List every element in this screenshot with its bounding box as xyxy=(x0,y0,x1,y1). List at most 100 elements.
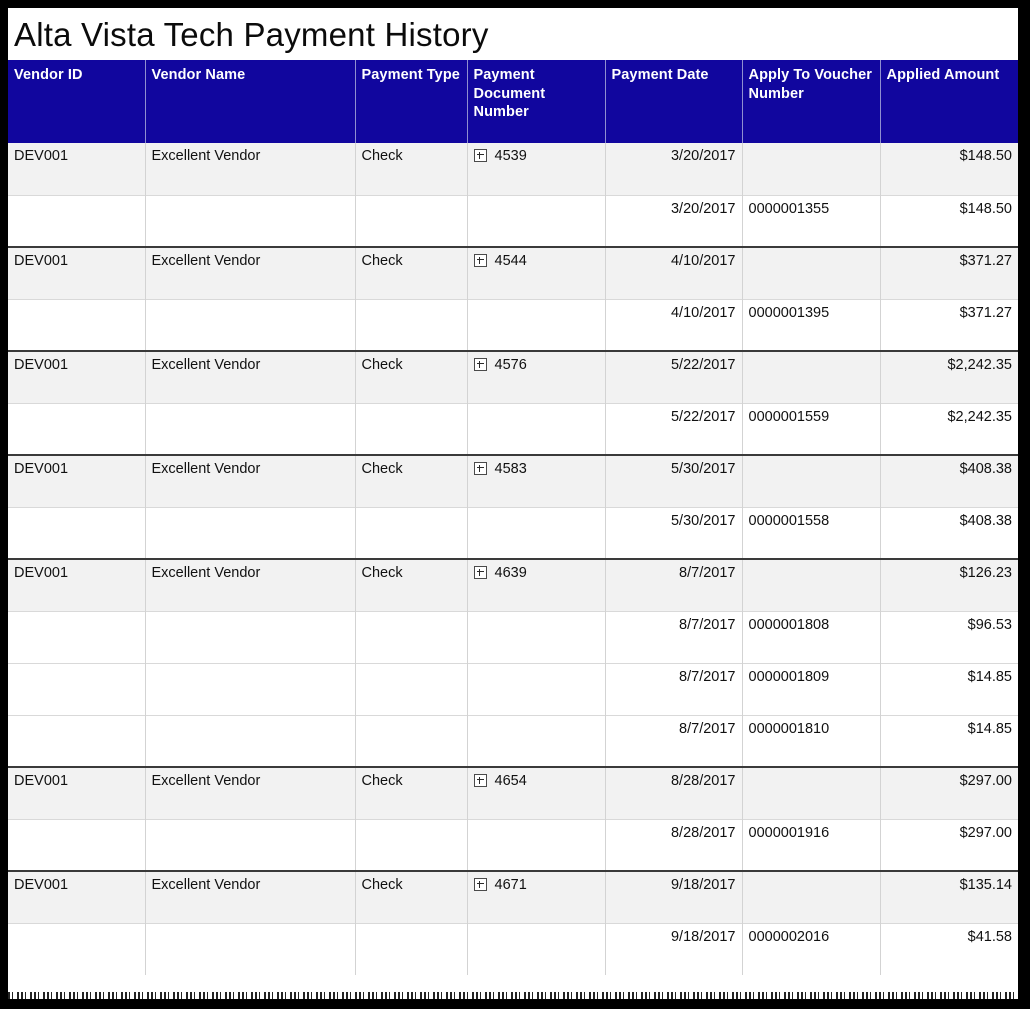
voucher-detail-row[interactable]: 4/10/2017 0000001395 $371.27 xyxy=(8,298,1018,351)
report-title-bar: Alta Vista Tech Payment History xyxy=(8,8,1018,60)
payment-row[interactable]: DEV001 Excellent Vendor Check 4576 5/22/2017… xyxy=(8,350,1018,403)
cell-vendor-name-blank xyxy=(145,402,356,455)
cell-payment-type-blank xyxy=(355,818,468,871)
cell-vendor-id-blank xyxy=(8,402,146,455)
cell-apply-to-voucher-number: 0000001559 xyxy=(742,402,881,455)
cell-payment-document-number-blank xyxy=(467,402,606,455)
cell-payment-date: 3/20/2017 xyxy=(605,194,743,247)
cell-payment-document-number[interactable]: 4539 xyxy=(467,143,606,195)
cell-vendor-name-blank xyxy=(145,818,356,871)
column-header-vendor-id[interactable]: Vendor ID xyxy=(8,60,146,143)
expand-plus-icon[interactable] xyxy=(473,566,487,580)
cell-vendor-id-blank xyxy=(8,506,146,559)
expand-plus-icon[interactable] xyxy=(473,774,487,788)
cell-apply-to-voucher-number xyxy=(742,350,881,403)
cell-vendor-name-blank xyxy=(145,298,356,351)
cell-apply-to-voucher-number xyxy=(742,143,881,195)
cell-apply-to-voucher-number: 0000001916 xyxy=(742,818,881,871)
voucher-detail-row[interactable]: 8/7/2017 0000001810 $14.85 xyxy=(8,714,1018,767)
payment-row[interactable]: DEV001 Excellent Vendor Check 4539 3/20/2017… xyxy=(8,143,1018,195)
table-body: DEV001 Excellent Vendor Check 4539 3/20/2017… xyxy=(8,143,1018,975)
column-header-applied-amount[interactable]: Applied Amount xyxy=(880,60,1018,143)
payment-document-number: 4671 xyxy=(494,877,527,893)
voucher-detail-row[interactable]: 5/30/2017 0000001558 $408.38 xyxy=(8,506,1018,559)
cell-payment-document-number[interactable]: 4576 xyxy=(467,350,606,403)
cell-vendor-id: DEV001 xyxy=(8,350,146,403)
cell-vendor-name-blank xyxy=(145,610,356,663)
cell-payment-type-blank xyxy=(355,402,468,455)
expand-plus-icon[interactable] xyxy=(473,462,487,476)
column-header-payment-date[interactable]: Payment Date xyxy=(605,60,743,143)
column-header-payment-type[interactable]: Payment Type xyxy=(355,60,468,143)
cell-apply-to-voucher-number: 0000001558 xyxy=(742,506,881,559)
cell-vendor-name: Excellent Vendor xyxy=(145,350,356,403)
payment-row[interactable]: DEV001 Excellent Vendor Check 4654 8/28/2017… xyxy=(8,766,1018,819)
voucher-detail-row[interactable]: 9/18/2017 0000002016 $41.58 xyxy=(8,922,1018,975)
cell-vendor-id-blank xyxy=(8,610,146,663)
cell-apply-to-voucher-number: 0000001809 xyxy=(742,662,881,715)
cell-vendor-id: DEV001 xyxy=(8,870,146,923)
cell-apply-to-voucher-number xyxy=(742,246,881,299)
cell-vendor-name: Excellent Vendor xyxy=(145,558,356,611)
column-header-vendor-name[interactable]: Vendor Name xyxy=(145,60,356,143)
voucher-detail-row[interactable]: 3/20/2017 0000001355 $148.50 xyxy=(8,194,1018,247)
cell-payment-type-blank xyxy=(355,922,468,975)
cell-payment-type-blank xyxy=(355,714,468,767)
cell-payment-date: 9/18/2017 xyxy=(605,870,743,923)
cell-apply-to-voucher-number: 0000002016 xyxy=(742,922,881,975)
cell-applied-amount: $371.27 xyxy=(880,298,1018,351)
cell-applied-amount: $408.38 xyxy=(880,506,1018,559)
payment-row[interactable]: DEV001 Excellent Vendor Check 4544 4/10/2017… xyxy=(8,246,1018,299)
cell-payment-date: 8/7/2017 xyxy=(605,610,743,663)
cell-payment-type-blank xyxy=(355,194,468,247)
payment-document-number: 4654 xyxy=(494,773,527,789)
expand-plus-icon[interactable] xyxy=(473,254,487,268)
cell-applied-amount: $14.85 xyxy=(880,662,1018,715)
cell-vendor-name: Excellent Vendor xyxy=(145,766,356,819)
cell-apply-to-voucher-number: 0000001810 xyxy=(742,714,881,767)
column-header-apply-to-voucher-number[interactable]: Apply To Voucher Number xyxy=(742,60,881,143)
cell-apply-to-voucher-number: 0000001808 xyxy=(742,610,881,663)
cell-payment-type-blank xyxy=(355,298,468,351)
cell-payment-document-number[interactable]: 4544 xyxy=(467,246,606,299)
payment-row[interactable]: DEV001 Excellent Vendor Check 4671 9/18/2017… xyxy=(8,870,1018,923)
expand-plus-icon[interactable] xyxy=(473,358,487,372)
cell-vendor-id: DEV001 xyxy=(8,454,146,507)
cell-payment-type: Check xyxy=(355,558,468,611)
screenshot-frame: Alta Vista Tech Payment History Vendor I… xyxy=(0,0,1030,1009)
cell-applied-amount: $297.00 xyxy=(880,766,1018,819)
cell-payment-type: Check xyxy=(355,454,468,507)
cell-payment-document-number[interactable]: 4583 xyxy=(467,454,606,507)
payment-row[interactable]: DEV001 Excellent Vendor Check 4639 8/7/2017 $… xyxy=(8,558,1018,611)
cell-payment-document-number-blank xyxy=(467,298,606,351)
cell-payment-type-blank xyxy=(355,506,468,559)
cell-payment-document-number-blank xyxy=(467,818,606,871)
cell-payment-date: 8/7/2017 xyxy=(605,714,743,767)
cell-apply-to-voucher-number xyxy=(742,454,881,507)
cell-payment-document-number[interactable]: 4654 xyxy=(467,766,606,819)
cell-payment-document-number-blank xyxy=(467,922,606,975)
cell-payment-date: 4/10/2017 xyxy=(605,246,743,299)
table-header: Vendor ID Vendor Name Payment Type Payme… xyxy=(8,60,1018,143)
column-header-payment-document-number[interactable]: Payment Document Number xyxy=(467,60,606,143)
cell-applied-amount: $2,242.35 xyxy=(880,350,1018,403)
cell-payment-document-number[interactable]: 4671 xyxy=(467,870,606,923)
voucher-detail-row[interactable]: 5/22/2017 0000001559 $2,242.35 xyxy=(8,402,1018,455)
payment-row[interactable]: DEV001 Excellent Vendor Check 4583 5/30/2017… xyxy=(8,454,1018,507)
cell-payment-date: 3/20/2017 xyxy=(605,143,743,195)
voucher-detail-row[interactable]: 8/7/2017 0000001808 $96.53 xyxy=(8,610,1018,663)
payment-document-number: 4583 xyxy=(494,461,527,477)
voucher-detail-row[interactable]: 8/7/2017 0000001809 $14.85 xyxy=(8,662,1018,715)
clipped-bottom-edge xyxy=(8,992,1018,999)
cell-vendor-id-blank xyxy=(8,194,146,247)
cell-applied-amount: $297.00 xyxy=(880,818,1018,871)
cell-payment-date: 4/10/2017 xyxy=(605,298,743,351)
cell-payment-date: 8/28/2017 xyxy=(605,766,743,819)
cell-payment-document-number[interactable]: 4639 xyxy=(467,558,606,611)
report-sheet: Alta Vista Tech Payment History Vendor I… xyxy=(8,8,1018,999)
cell-applied-amount: $148.50 xyxy=(880,143,1018,195)
cell-payment-document-number-blank xyxy=(467,506,606,559)
expand-plus-icon[interactable] xyxy=(473,878,487,892)
voucher-detail-row[interactable]: 8/28/2017 0000001916 $297.00 xyxy=(8,818,1018,871)
expand-plus-icon[interactable] xyxy=(473,149,487,163)
